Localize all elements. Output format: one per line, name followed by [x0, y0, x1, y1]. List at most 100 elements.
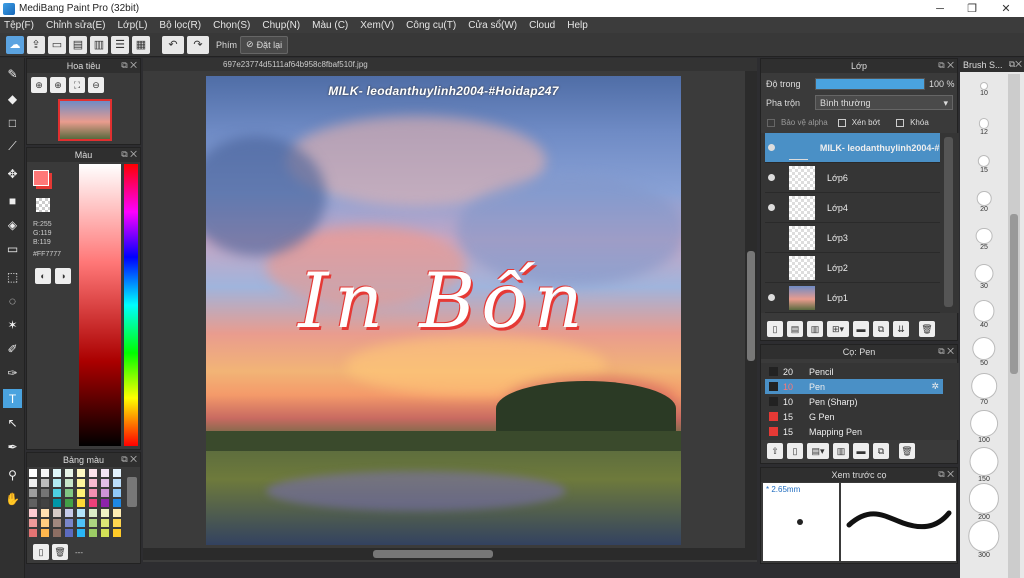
- comment-icon[interactable]: ▭: [48, 35, 66, 54]
- palette-swatch[interactable]: [65, 479, 73, 487]
- undo-icon[interactable]: ↶: [162, 35, 184, 54]
- move-tool-icon[interactable]: ✥: [3, 164, 22, 183]
- palette-swatch[interactable]: [65, 489, 73, 497]
- operation-tool-icon[interactable]: ↖: [3, 413, 22, 432]
- palette-swatch[interactable]: [41, 499, 49, 507]
- gradient-tool-icon[interactable]: ▭: [3, 239, 22, 258]
- merge-icon[interactable]: ⇊: [893, 321, 909, 337]
- menu-view[interactable]: Xem(V): [360, 20, 394, 31]
- transparent-swatch[interactable]: [36, 198, 50, 212]
- palette-swatch[interactable]: [77, 469, 85, 477]
- layer-scrollbar[interactable]: [944, 137, 953, 307]
- brush-size-scrollbar[interactable]: [1008, 74, 1020, 578]
- folder-icon[interactable]: ▬: [853, 321, 869, 337]
- message-icon[interactable]: ▤: [69, 35, 87, 54]
- eraser-tool-icon[interactable]: ◆: [3, 89, 22, 108]
- menu-color[interactable]: Màu (C): [312, 20, 348, 31]
- palette-swatch[interactable]: [41, 529, 49, 537]
- bucket-tool-icon[interactable]: ◈: [3, 215, 22, 234]
- menu-tools[interactable]: Công cụ(T): [406, 20, 456, 31]
- palette-swatch[interactable]: [65, 519, 73, 527]
- layer-row[interactable]: Lớp2: [765, 253, 940, 283]
- brush-size-dot[interactable]: [979, 119, 989, 128]
- select-pen-icon[interactable]: ✐: [3, 339, 22, 358]
- palette-swatch[interactable]: [113, 529, 121, 537]
- gear-icon[interactable]: ✲: [931, 381, 939, 392]
- palette-swatch[interactable]: [41, 489, 49, 497]
- brush-duplicate-icon[interactable]: ⧉: [873, 443, 889, 459]
- visibility-icon[interactable]: [768, 144, 775, 151]
- document-tab[interactable]: 697e23774d5111af64b958c8fbaf510f.jpg: [143, 58, 757, 71]
- palette-swatch[interactable]: [53, 509, 61, 517]
- brush-size-dot[interactable]: [974, 301, 994, 321]
- layer-row[interactable]: Lớp6: [765, 163, 940, 193]
- brush-folder-icon[interactable]: ▬: [853, 443, 869, 459]
- artwork-canvas[interactable]: MILK- leodanthuylinh2004-#Hoidap247 In B…: [206, 76, 681, 545]
- palette-swatch[interactable]: [101, 479, 109, 487]
- brush-size-dot[interactable]: [971, 410, 997, 437]
- new-1bit-layer-icon[interactable]: ▥: [807, 321, 823, 337]
- palette-swatch[interactable]: [41, 519, 49, 527]
- brush-row[interactable]: 15 G Pen: [765, 409, 943, 424]
- new-halftone-layer-icon[interactable]: ▤: [787, 321, 803, 337]
- palette-swatch[interactable]: [101, 499, 109, 507]
- horizontal-scrollbar[interactable]: [143, 548, 757, 560]
- hand-tool-icon[interactable]: ✋: [3, 489, 22, 508]
- panel-float-close-icon[interactable]: ⧉ ✕: [121, 454, 137, 465]
- menu-layer[interactable]: Lớp(L): [118, 20, 148, 31]
- panel-float-close-icon[interactable]: ⧉ ✕: [938, 346, 954, 357]
- palette-swatch[interactable]: [89, 519, 97, 527]
- brush-cloud-icon[interactable]: ⇧: [767, 443, 783, 459]
- menu-help[interactable]: Help: [567, 20, 588, 31]
- rect-fill-icon[interactable]: ■: [3, 191, 22, 210]
- palette-swatch[interactable]: [113, 469, 121, 477]
- rect-select-icon[interactable]: ⬚: [3, 267, 22, 286]
- eyedropper-tool-icon[interactable]: ⚲: [3, 465, 22, 484]
- fit-window-icon[interactable]: ⛶: [69, 77, 85, 93]
- new-layer-icon[interactable]: ▯: [767, 321, 783, 337]
- palette-swatch[interactable]: [41, 479, 49, 487]
- palette-swatch[interactable]: [77, 499, 85, 507]
- palette-swatch[interactable]: [29, 499, 37, 507]
- panel-float-close-icon[interactable]: ⧉ ✕: [938, 60, 954, 71]
- visibility-icon[interactable]: [768, 204, 775, 211]
- add-brush-menu-icon[interactable]: ▤▾: [807, 443, 829, 459]
- restore-icon[interactable]: ❐: [956, 0, 988, 17]
- palette-swatch[interactable]: [89, 499, 97, 507]
- palette-swatch[interactable]: [41, 469, 49, 477]
- line-tool-icon[interactable]: ⟋: [3, 137, 22, 156]
- zoom-in-icon[interactable]: ⊕: [50, 77, 66, 93]
- menu-filter[interactable]: Bộ lọc(R): [159, 20, 201, 31]
- palette-swatch[interactable]: [89, 529, 97, 537]
- palette-swatch[interactable]: [113, 509, 121, 517]
- palette-icon[interactable]: ◐: [35, 268, 51, 284]
- primary-color-swatch[interactable]: [33, 170, 49, 186]
- divide-tool-icon[interactable]: ✒: [3, 437, 22, 456]
- menu-file[interactable]: Tệp(F): [4, 20, 34, 31]
- palette-swatch[interactable]: [65, 499, 73, 507]
- palette-swatch[interactable]: [65, 509, 73, 517]
- palette-swatch[interactable]: [89, 489, 97, 497]
- delete-brush-icon[interactable]: 🗑: [899, 443, 915, 459]
- palette-swatch[interactable]: [53, 499, 61, 507]
- menu-snap[interactable]: Chụp(N): [262, 20, 300, 31]
- palette-swatch[interactable]: [101, 519, 109, 527]
- palette-swatch[interactable]: [77, 519, 85, 527]
- brush-size-dot[interactable]: [970, 447, 998, 475]
- visibility-icon[interactable]: [768, 294, 775, 301]
- menu-select[interactable]: Chọn(S): [213, 20, 250, 31]
- brush-size-dot[interactable]: [981, 83, 987, 89]
- brush-row[interactable]: 20 Pencil: [765, 364, 943, 379]
- list-icon[interactable]: ☰: [111, 35, 129, 54]
- palette-swatch[interactable]: [101, 529, 109, 537]
- layer-row[interactable]: Lớp4: [765, 193, 940, 223]
- grid-icon[interactable]: ▦: [132, 35, 150, 54]
- palette-swatch[interactable]: [101, 489, 109, 497]
- layer-row[interactable]: Lớp1: [765, 283, 940, 313]
- visibility-icon[interactable]: [768, 174, 775, 181]
- palette-swatch[interactable]: [29, 469, 37, 477]
- brush-size-dot[interactable]: [972, 374, 996, 398]
- share-icon[interactable]: ⇪: [27, 35, 45, 54]
- brush-settings-icon[interactable]: ▥: [833, 443, 849, 459]
- panel-float-close-icon[interactable]: ⧉ ✕: [938, 469, 954, 480]
